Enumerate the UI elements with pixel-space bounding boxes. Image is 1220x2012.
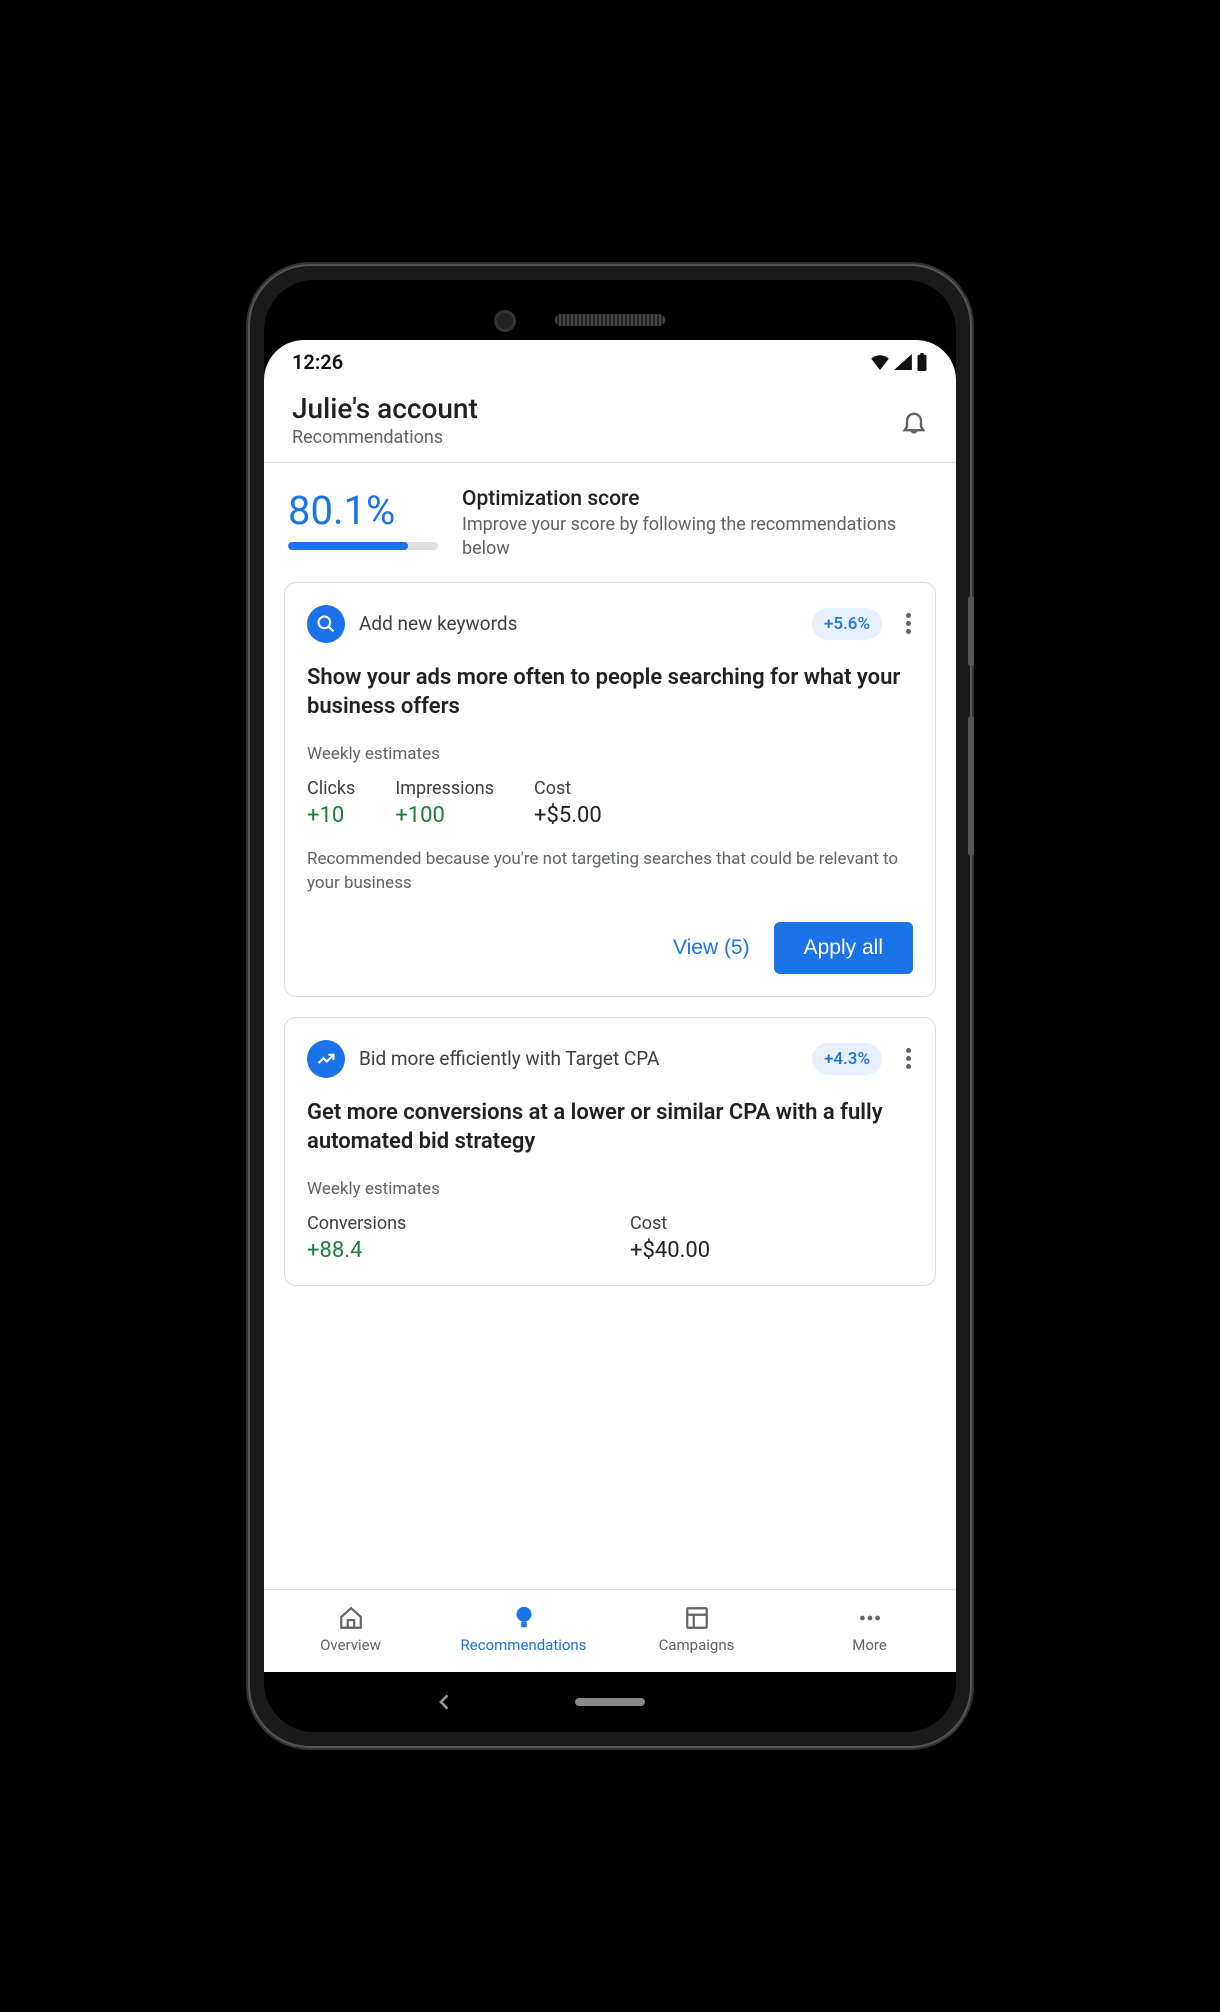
phone-frame: 12:26 Julie's account Recommendations	[250, 266, 970, 1746]
android-system-nav	[264, 1672, 956, 1732]
card-header: Add new keywords +5.6%	[307, 605, 913, 643]
battery-icon	[916, 353, 928, 371]
account-title: Julie's account	[292, 392, 478, 425]
nav-label: Campaigns	[659, 1636, 735, 1654]
page-subtitle: Recommendations	[292, 427, 478, 448]
home-icon	[338, 1605, 364, 1631]
dots-icon	[857, 1605, 883, 1631]
metric-clicks: Clicks +10	[307, 778, 355, 828]
recommendation-card-keywords: Add new keywords +5.6% Show your ads mor…	[284, 582, 936, 997]
grid-icon	[684, 1605, 710, 1631]
statusbar: 12:26	[264, 340, 956, 384]
metric-label: Clicks	[307, 778, 355, 799]
search-icon	[307, 605, 345, 643]
nav-label: More	[852, 1636, 887, 1654]
card-reason-text: Recommended because you're not targeting…	[307, 848, 913, 896]
bulb-icon	[512, 1605, 536, 1631]
statusbar-time: 12:26	[292, 350, 343, 374]
bell-icon	[900, 408, 928, 436]
statusbar-icons	[870, 353, 928, 371]
weekly-estimates-label: Weekly estimates	[307, 744, 913, 764]
app-screen: 12:26 Julie's account Recommendations	[264, 340, 956, 1672]
header-titles: Julie's account Recommendations	[292, 392, 478, 448]
card-menu-button[interactable]	[896, 613, 913, 634]
card-heading: Get more conversions at a lower or simil…	[307, 1098, 913, 1157]
android-home-pill[interactable]	[575, 1698, 645, 1706]
nav-campaigns[interactable]: Campaigns	[610, 1590, 783, 1672]
card-header: Bid more efficiently with Target CPA +4.…	[307, 1040, 913, 1078]
score-value: 80.1%	[288, 487, 438, 534]
phone-inner: 12:26 Julie's account Recommendations	[264, 280, 956, 1732]
score-text: Optimization score Improve your score by…	[462, 487, 932, 562]
speaker-slot	[555, 314, 665, 326]
score-title: Optimization score	[462, 487, 932, 511]
nav-recommendations[interactable]: Recommendations	[437, 1590, 610, 1672]
app-header: Julie's account Recommendations	[264, 384, 956, 463]
signal-icon	[894, 354, 912, 370]
metric-cost: Cost +$5.00	[534, 778, 602, 828]
card-actions: View (5) Apply all	[307, 922, 913, 974]
card-title: Bid more efficiently with Target CPA	[359, 1047, 798, 1071]
bottom-navigation: Overview Recommendations Campaigns More	[264, 1589, 956, 1672]
nav-overview[interactable]: Overview	[264, 1590, 437, 1672]
nav-more[interactable]: More	[783, 1590, 956, 1672]
recommendation-card-target-cpa: Bid more efficiently with Target CPA +4.…	[284, 1017, 936, 1286]
metrics-row: Clicks +10 Impressions +100 Cost +$5.00	[307, 778, 913, 828]
metric-label: Impressions	[395, 778, 494, 799]
metric-value: +88.4	[307, 1238, 590, 1263]
score-left: 80.1%	[288, 487, 438, 562]
apply-all-button[interactable]: Apply all	[774, 922, 913, 974]
card-title: Add new keywords	[359, 612, 798, 636]
metric-value: +100	[395, 803, 494, 828]
score-progress-track	[288, 542, 438, 550]
camera-dot	[494, 310, 516, 332]
weekly-estimates-label: Weekly estimates	[307, 1179, 913, 1199]
card-menu-button[interactable]	[896, 1048, 913, 1069]
metric-label: Cost	[534, 778, 602, 799]
metric-label: Cost	[630, 1213, 913, 1234]
metric-impressions: Impressions +100	[395, 778, 494, 828]
metric-conversions: Conversions +88.4	[307, 1213, 590, 1263]
metric-cost: Cost +$40.00	[630, 1213, 913, 1263]
metric-value: +10	[307, 803, 355, 828]
metric-label: Conversions	[307, 1213, 590, 1234]
card-heading: Show your ads more often to people searc…	[307, 663, 913, 722]
phone-volume-button	[968, 716, 974, 856]
phone-power-button	[968, 596, 974, 666]
nav-label: Overview	[320, 1636, 381, 1654]
view-button[interactable]: View (5)	[673, 936, 750, 960]
metrics-row: Conversions +88.4 Cost +$40.00	[307, 1213, 913, 1263]
score-progress-fill	[288, 542, 408, 550]
score-impact-badge: +4.3%	[812, 1043, 882, 1075]
trend-icon	[307, 1040, 345, 1078]
optimization-score-section: 80.1% Optimization score Improve your sc…	[284, 487, 936, 582]
metric-value: +$5.00	[534, 803, 602, 828]
android-back-button[interactable]	[435, 1692, 455, 1712]
metric-value: +$40.00	[630, 1238, 913, 1263]
notifications-button[interactable]	[900, 392, 928, 440]
score-desc: Improve your score by following the reco…	[462, 513, 932, 562]
content-area: 80.1% Optimization score Improve your sc…	[264, 463, 956, 1589]
nav-label: Recommendations	[461, 1636, 587, 1654]
wifi-icon	[870, 354, 890, 370]
score-impact-badge: +5.6%	[812, 608, 882, 640]
